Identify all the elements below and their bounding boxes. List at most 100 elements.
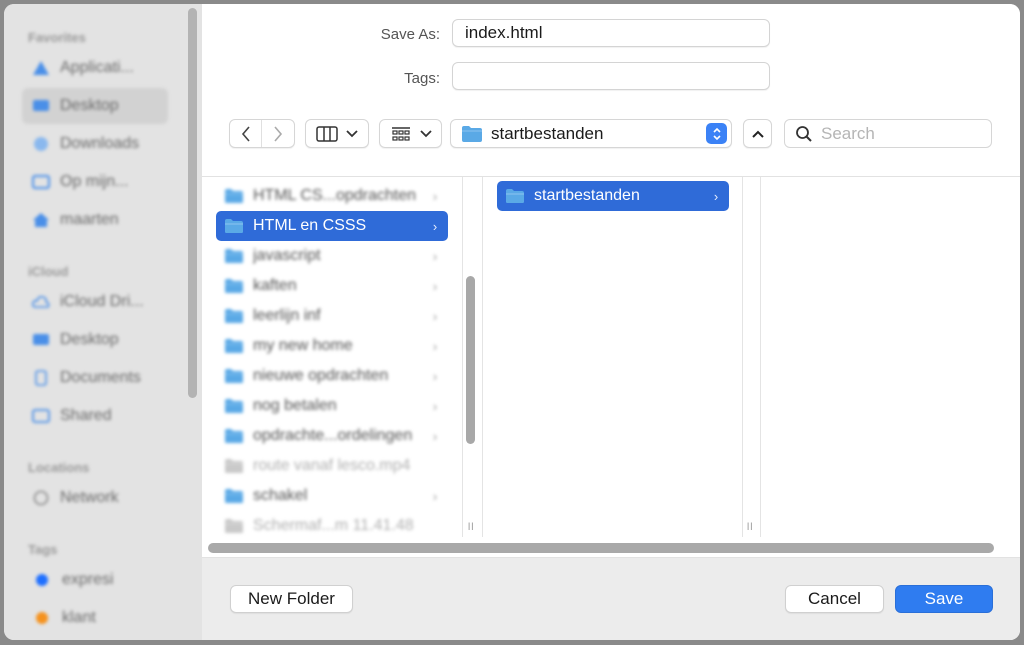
sidebar-item-maarten[interactable]: maarten <box>22 202 168 238</box>
column-separator <box>742 177 743 537</box>
desktop-icon <box>33 334 49 345</box>
file-row-label: my new home <box>253 337 353 354</box>
file-row[interactable]: nieuwe opdrachten › <box>216 361 448 391</box>
file-row[interactable]: nog betalen › <box>216 391 448 421</box>
group-button[interactable] <box>379 119 442 148</box>
chevron-right-icon: › <box>432 428 438 444</box>
sidebar-item-documents[interactable]: Documents <box>22 360 168 396</box>
file-row[interactable]: startbestanden › <box>497 181 729 211</box>
file-row-label: nieuwe opdrachten <box>253 367 389 384</box>
folder-icon <box>225 189 243 203</box>
cloud-icon <box>32 296 50 308</box>
file-row[interactable]: my new home › <box>216 331 448 361</box>
chevron-right-icon: › <box>432 368 438 384</box>
save-button[interactable]: Save <box>895 585 993 613</box>
file-row[interactable]: HTML CS...opdrachten › <box>216 181 448 211</box>
chevron-right-icon: › <box>432 218 438 234</box>
shared-folder-icon <box>32 409 50 423</box>
tags-field[interactable] <box>452 62 770 90</box>
sidebar-item-op-mijn[interactable]: Op mijn... <box>22 164 168 200</box>
chevron-up-icon <box>751 130 764 138</box>
file-row-label: nog betalen <box>253 397 337 414</box>
sidebar-section-icloud: iCloud <box>28 264 69 279</box>
cancel-button[interactable]: Cancel <box>785 585 884 613</box>
sidebar-item-label: Documents <box>60 369 141 386</box>
tag-color-dot <box>36 612 48 624</box>
file-row[interactable]: route vanaf lesco.mp4 <box>216 451 448 481</box>
file-row[interactable]: HTML en CSSS › <box>216 211 448 241</box>
folder-icon <box>225 399 243 413</box>
sidebar-scrollbar[interactable] <box>188 8 197 398</box>
desktop-icon <box>33 100 49 111</box>
folder-icon <box>225 339 243 353</box>
sidebar-item-label: Shared <box>60 407 112 424</box>
file-row-label: leerlijn inf <box>253 307 321 324</box>
file-row[interactable]: javascript › <box>216 241 448 271</box>
location-stepper[interactable] <box>706 123 727 144</box>
bottom-bar: New Folder Cancel Save <box>202 558 1020 640</box>
sidebar-item-label: Applicati... <box>60 59 134 76</box>
folder-icon <box>225 369 243 383</box>
sidebar-item-downloads[interactable]: Downloads <box>22 126 168 162</box>
applications-icon <box>33 61 49 75</box>
expand-collapse-button[interactable] <box>743 119 772 148</box>
sidebar-item-label: Op mijn... <box>60 173 129 190</box>
column-separator <box>462 177 463 537</box>
home-icon <box>33 213 49 227</box>
sidebar-tag-klant[interactable]: klant <box>22 600 168 636</box>
file-row[interactable]: Schermaf...m 11.41.48 <box>216 511 448 541</box>
column-resize-handle[interactable]: ll <box>468 522 474 533</box>
file-row-label: Schermaf...m 11.41.48 <box>253 517 414 534</box>
search-icon <box>796 125 812 142</box>
file-row-label: startbestanden <box>534 187 640 204</box>
back-forward-group <box>229 119 295 148</box>
back-button[interactable] <box>230 120 262 147</box>
column-resize-handle[interactable]: ll <box>747 522 753 533</box>
sidebar-item-network[interactable]: Network <box>22 480 168 516</box>
file-row[interactable]: schakel › <box>216 481 448 511</box>
sidebar-item-shared[interactable]: Shared <box>22 398 168 434</box>
chevron-down-icon <box>346 129 358 137</box>
sidebar-item-label: iCloud Dri... <box>60 293 144 310</box>
file-row[interactable]: kaften › <box>216 271 448 301</box>
save-as-label: Save As: <box>380 26 440 43</box>
search-field[interactable] <box>784 119 992 148</box>
view-mode-button[interactable] <box>305 119 369 148</box>
file-row[interactable]: leerlijn inf › <box>216 301 448 331</box>
sidebar-item-applications[interactable]: Applicati... <box>22 50 168 86</box>
file-row-label: javascript <box>253 247 321 264</box>
folder-icon <box>32 175 50 189</box>
sidebar-section-tags: Tags <box>28 542 58 557</box>
sidebar-item-label: Downloads <box>60 135 140 152</box>
chevron-right-icon: › <box>432 488 438 504</box>
sidebar-item-desktop[interactable]: Desktop <box>22 88 168 124</box>
save-as-field[interactable]: index.html <box>452 19 770 47</box>
sidebar-item-label: klant <box>62 609 96 626</box>
sidebar-tag-expresi[interactable]: expresi <box>22 562 168 598</box>
folder-icon <box>506 189 524 203</box>
new-folder-button[interactable]: New Folder <box>230 585 353 613</box>
columns-view-icon <box>316 125 338 142</box>
sidebar-item-label: expresi <box>62 571 114 588</box>
file-row[interactable]: opdrachte...ordelingen › <box>216 421 448 451</box>
file-row-label: opdrachte...ordelingen <box>253 427 413 444</box>
chevron-left-icon <box>241 125 250 142</box>
main-panel: Save As: index.html Tags: startbestanden… <box>202 4 1020 640</box>
sidebar-item-label: Desktop <box>60 97 119 114</box>
chevron-down-icon <box>419 129 432 137</box>
file-row-label: HTML CS...opdrachten <box>253 187 417 204</box>
chevron-right-icon: › <box>432 248 438 264</box>
browser-column-1: HTML CS...opdrachten › HTML en CSSS › javasc… <box>202 177 462 537</box>
sidebar-item-icloud-desktop[interactable]: Desktop <box>22 322 168 358</box>
folder-icon <box>225 279 243 293</box>
forward-button[interactable] <box>262 120 294 147</box>
location-popup[interactable]: startbestanden <box>450 119 732 148</box>
tag-color-dot <box>36 574 48 586</box>
sidebar-item-icloud-drive[interactable]: iCloud Dri... <box>22 284 168 320</box>
column-1-scrollbar[interactable] <box>466 276 475 444</box>
folder-icon <box>225 309 243 323</box>
chevron-right-icon: › <box>432 188 438 204</box>
browser-column-2: startbestanden › <box>483 177 741 537</box>
horizontal-scrollbar[interactable] <box>208 543 994 553</box>
search-input[interactable] <box>821 123 981 144</box>
